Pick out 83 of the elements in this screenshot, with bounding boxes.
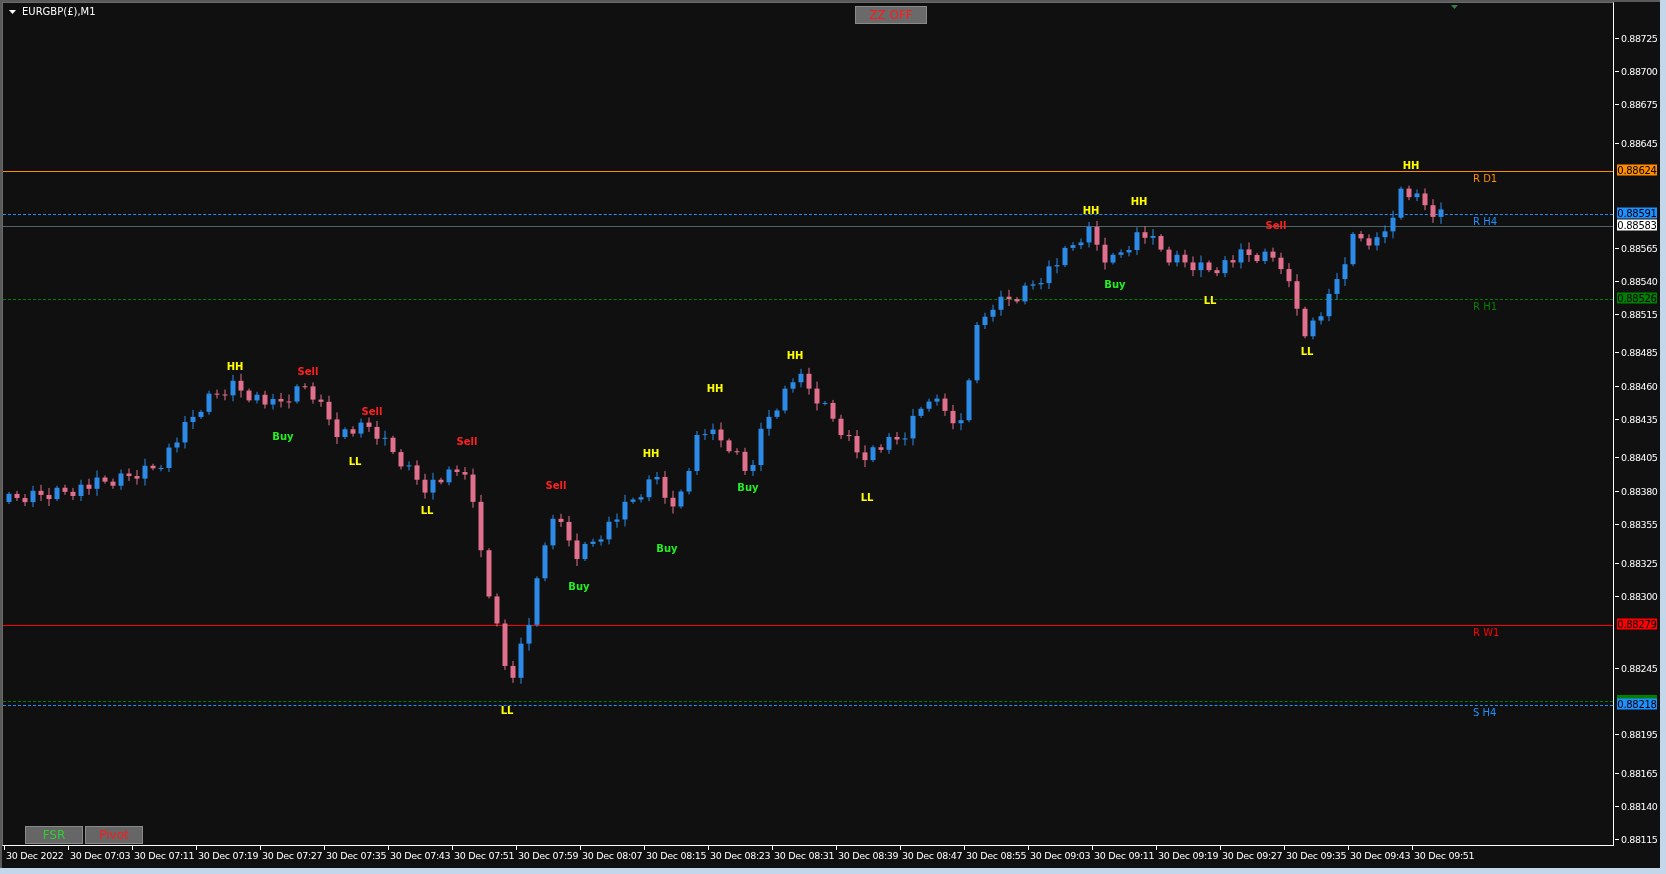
- level-label: R H1: [1473, 301, 1497, 312]
- zigzag-toggle-button[interactable]: ZZ OFF: [855, 6, 927, 24]
- price-tick-label: 0.88140: [1621, 800, 1658, 812]
- price-tick-label: 0.88300: [1621, 590, 1658, 602]
- time-tick-label: 30 Dec 09:43: [1350, 850, 1411, 861]
- signal-label: LL: [420, 505, 434, 516]
- panel-button[interactable]: FSR: [25, 826, 83, 844]
- signal-label: LL: [860, 492, 874, 503]
- level-label: R H4: [1473, 216, 1497, 227]
- signal-label: Sell: [545, 480, 567, 491]
- time-tick-label: 30 Dec 08:15: [646, 850, 707, 861]
- signal-label: Buy: [1104, 279, 1126, 290]
- time-tick-label: 30 Dec 09:11: [1094, 850, 1155, 861]
- time-tick-label: 30 Dec 09:03: [1030, 850, 1091, 861]
- chart-title: EURGBP(£),M1: [22, 6, 96, 17]
- price-tick-label: 0.88485: [1621, 346, 1658, 358]
- panel-button[interactable]: Pivot: [85, 826, 143, 844]
- signal-label: HH: [226, 361, 244, 372]
- time-tick-label: 30 Dec 07:35: [326, 850, 387, 861]
- price-tick-label: 0.88355: [1621, 518, 1658, 530]
- price-tick-label: 0.88165: [1621, 767, 1658, 779]
- signal-label: Buy: [737, 482, 759, 493]
- time-tick-label: 30 Dec 08:47: [902, 850, 963, 861]
- time-tick-label: 30 Dec 09:19: [1158, 850, 1219, 861]
- signal-label: HH: [786, 350, 804, 361]
- time-tick-label: 30 Dec 08:07: [582, 850, 643, 861]
- signal-label: Sell: [456, 436, 478, 447]
- price-tick-label: 0.88195: [1621, 728, 1658, 740]
- price-tick-label: 0.88725: [1621, 32, 1658, 44]
- signal-label: HH: [1082, 205, 1100, 216]
- time-tick-label: 30 Dec 08:23: [710, 850, 771, 861]
- price-tick-label: 0.88380: [1621, 485, 1658, 497]
- time-tick-label: 30 Dec 07:51: [454, 850, 515, 861]
- time-tick-label: 30 Dec 07:03: [70, 850, 131, 861]
- time-tick-label: 30 Dec 07:19: [198, 850, 259, 861]
- price-badge: 0.88583: [1617, 219, 1657, 231]
- time-tick-label: 30 Dec 08:39: [838, 850, 899, 861]
- price-badge: 0.88624: [1617, 164, 1657, 176]
- time-tick-label: 30 Dec 09:51: [1414, 850, 1475, 861]
- signal-label: Sell: [297, 366, 319, 377]
- time-tick-label: 30 Dec 09:27: [1222, 850, 1283, 861]
- signal-label: LL: [500, 705, 514, 716]
- signal-label: Sell: [1265, 220, 1287, 231]
- signal-label: Buy: [568, 581, 590, 592]
- signal-label: LL: [1300, 346, 1314, 357]
- signal-label: Buy: [272, 431, 294, 442]
- price-badge: 0.88526: [1617, 292, 1657, 304]
- price-tick-label: 0.88700: [1621, 65, 1658, 77]
- price-tick-label: 0.88675: [1621, 98, 1658, 110]
- signal-label: HH: [1130, 196, 1148, 207]
- time-tick-label: 30 Dec 07:59: [518, 850, 579, 861]
- level-label: S H4: [1473, 707, 1497, 718]
- price-badge: 0.88279: [1617, 618, 1657, 630]
- price-tick-label: 0.88645: [1621, 137, 1658, 149]
- price-badge: 0.88218: [1617, 698, 1657, 710]
- price-tick-label: 0.88460: [1621, 380, 1658, 392]
- signal-label: Sell: [361, 406, 383, 417]
- signal-label: HH: [706, 383, 724, 394]
- price-tick-label: 0.88115: [1621, 833, 1658, 845]
- level-label: R W1: [1473, 627, 1500, 638]
- time-tick-label: 30 Dec 07:27: [262, 850, 323, 861]
- price-tick-label: 0.88405: [1621, 451, 1658, 463]
- signal-label: HH: [642, 448, 660, 459]
- price-tick-label: 0.88325: [1621, 557, 1658, 569]
- time-tick-label: 30 Dec 07:11: [134, 850, 195, 861]
- time-tick-label: 30 Dec 08:31: [774, 850, 835, 861]
- time-tick-label: 30 Dec 2022: [6, 850, 64, 861]
- price-tick-label: 0.88515: [1621, 308, 1658, 320]
- signal-label: LL: [1203, 295, 1217, 306]
- dropdown-icon[interactable]: [9, 9, 16, 14]
- signal-label: HH: [1402, 160, 1420, 171]
- price-tick-label: 0.88435: [1621, 413, 1658, 425]
- time-tick-label: 30 Dec 08:55: [966, 850, 1027, 861]
- triangle-marker-icon: [1451, 5, 1458, 9]
- price-badge: 0.88591: [1617, 207, 1657, 219]
- price-tick-label: 0.88245: [1621, 662, 1658, 674]
- price-tick-label: 0.88565: [1621, 242, 1658, 254]
- price-tick-label: 0.88540: [1621, 275, 1658, 287]
- signal-label: Buy: [656, 543, 678, 554]
- level-label: R D1: [1473, 173, 1498, 184]
- signal-label: LL: [348, 456, 362, 467]
- time-tick-label: 30 Dec 09:35: [1286, 850, 1347, 861]
- time-tick-label: 30 Dec 07:43: [390, 850, 451, 861]
